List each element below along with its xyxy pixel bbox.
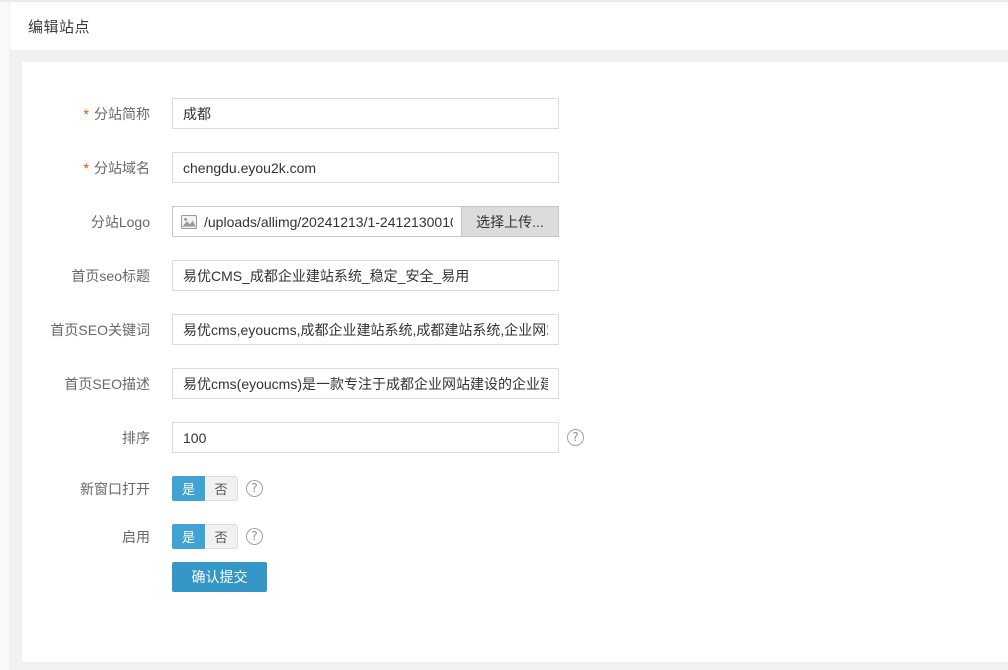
toggle-yes-button[interactable]: 是 [172, 524, 205, 549]
field-label: 首页SEO关键词 [22, 320, 150, 340]
help-icon[interactable]: ? [246, 480, 263, 497]
field-label: 分站Logo [22, 212, 150, 232]
help-icon[interactable]: ? [567, 429, 584, 446]
required-mark: * [84, 106, 89, 122]
form-row-site-logo: 分站Logo /uploads/allimg/20241213/1-241213… [22, 206, 1008, 237]
form-row-sort-order: 排序 ? [22, 422, 1008, 453]
site-short-name-input[interactable] [172, 98, 559, 129]
collapsed-sidebar-rail [0, 2, 10, 670]
open-new-window-toggle: 是 否 [172, 476, 238, 501]
page-title: 编辑站点 [28, 16, 90, 37]
seo-title-input[interactable] [172, 260, 559, 291]
choose-upload-button[interactable]: 选择上传... [461, 207, 558, 236]
form-row-submit: 确认提交 [22, 562, 1008, 592]
toggle-no-button[interactable]: 否 [205, 524, 238, 549]
edit-site-form: *分站简称 *分站域名 分站Logo /upl [22, 62, 1008, 592]
logo-upload-control: /uploads/allimg/20241213/1-2412130010 选择… [172, 206, 559, 237]
edit-site-panel: *分站简称 *分站域名 分站Logo /upl [22, 62, 1008, 662]
form-row-enabled: 启用 是 否 ? [22, 524, 1008, 549]
confirm-submit-button[interactable]: 确认提交 [172, 562, 267, 592]
field-label: 首页SEO描述 [22, 374, 150, 394]
form-row-open-new-window: 新窗口打开 是 否 ? [22, 476, 1008, 501]
field-label: 首页seo标题 [22, 266, 150, 286]
toggle-yes-button[interactable]: 是 [172, 476, 205, 501]
field-label: 新窗口打开 [22, 479, 150, 499]
form-row-seo-description: 首页SEO描述 [22, 368, 1008, 399]
site-domain-input[interactable] [172, 152, 559, 183]
form-row-seo-title: 首页seo标题 [22, 260, 1008, 291]
logo-path-display[interactable]: /uploads/allimg/20241213/1-2412130010 [173, 207, 461, 236]
form-row-seo-keywords: 首页SEO关键词 [22, 314, 1008, 345]
field-label: 启用 [22, 527, 150, 547]
help-icon[interactable]: ? [246, 528, 263, 545]
seo-keywords-input[interactable] [172, 314, 559, 345]
form-row-site-domain: *分站域名 [22, 152, 1008, 183]
toggle-no-button[interactable]: 否 [205, 476, 238, 501]
enabled-toggle: 是 否 [172, 524, 238, 549]
page-header: 编辑站点 [10, 2, 1008, 51]
image-icon [181, 215, 197, 229]
field-label: *分站简称 [22, 104, 150, 124]
required-mark: * [84, 160, 89, 176]
logo-path-text: /uploads/allimg/20241213/1-2412130010 [204, 214, 453, 230]
sort-order-input[interactable] [172, 422, 559, 453]
seo-description-input[interactable] [172, 368, 559, 399]
field-label: 排序 [22, 428, 150, 448]
form-row-site-short-name: *分站简称 [22, 98, 1008, 129]
field-label: *分站域名 [22, 158, 150, 178]
